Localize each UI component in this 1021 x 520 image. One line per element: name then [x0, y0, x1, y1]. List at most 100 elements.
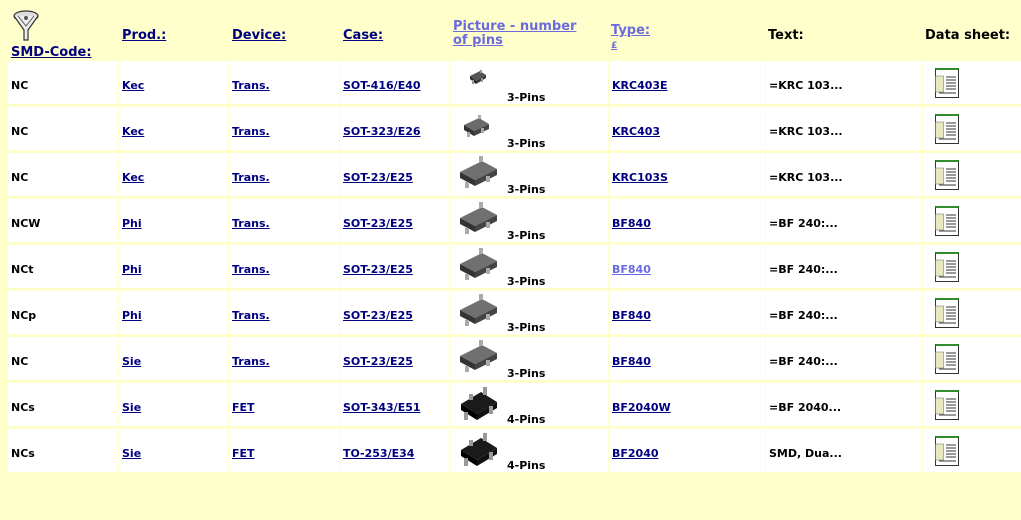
- device-link[interactable]: Trans.: [232, 79, 270, 92]
- type-sort-link[interactable]: Type:: [611, 23, 650, 38]
- smd-code: NC: [11, 171, 29, 184]
- type-link[interactable]: BF840: [612, 263, 651, 276]
- smd-code-sort-link[interactable]: SMD-Code:: [11, 45, 92, 60]
- case-link[interactable]: SOT-416/E40: [343, 79, 421, 92]
- device-link[interactable]: Trans.: [232, 309, 270, 322]
- case-link[interactable]: SOT-343/E51: [343, 401, 421, 414]
- case-sort-link[interactable]: Case:: [343, 28, 383, 43]
- cell-datasheet[interactable]: [923, 61, 1021, 104]
- type-link[interactable]: BF840: [612, 355, 651, 368]
- smd-code: NCs: [11, 401, 35, 414]
- col-type[interactable]: Type: £: [611, 24, 650, 53]
- cell-smd-code: NCs: [8, 383, 118, 426]
- cell-prod: Kec: [119, 153, 228, 196]
- cell-prod: Sie: [119, 337, 228, 380]
- cell-device: Trans.: [229, 337, 339, 380]
- device-link[interactable]: Trans.: [232, 217, 270, 230]
- package-image: [460, 248, 497, 280]
- pdf-document-icon[interactable]: [935, 252, 959, 282]
- col-smd-code[interactable]: SMD-Code:: [11, 45, 92, 60]
- manufacturer-link[interactable]: Kec: [122, 171, 144, 184]
- pdf-document-icon[interactable]: [935, 68, 959, 98]
- pdf-document-icon[interactable]: [935, 206, 959, 236]
- pdf-document-icon[interactable]: [935, 436, 959, 466]
- case-link[interactable]: SOT-323/E26: [343, 125, 421, 138]
- case-link[interactable]: SOT-23/E25: [343, 309, 413, 322]
- pin-count: 3-Pins: [507, 229, 546, 242]
- pin-count: 3-Pins: [507, 137, 546, 150]
- device-link[interactable]: FET: [232, 401, 255, 414]
- description-text: =BF 240:...: [769, 217, 838, 230]
- type-link[interactable]: BF840: [612, 309, 651, 322]
- type-link[interactable]: KRC403E: [612, 79, 668, 92]
- type-link[interactable]: BF840: [612, 217, 651, 230]
- case-link[interactable]: SOT-23/E25: [343, 263, 413, 276]
- cell-datasheet[interactable]: [923, 107, 1021, 150]
- manufacturer-link[interactable]: Kec: [122, 79, 144, 92]
- pdf-document-icon[interactable]: [935, 160, 959, 190]
- col-case[interactable]: Case:: [343, 28, 383, 43]
- type-link[interactable]: BF2040: [612, 447, 659, 460]
- case-link[interactable]: TO-253/E34: [343, 447, 414, 460]
- col-datasheet: Data sheet:: [925, 28, 1011, 43]
- device-link[interactable]: Trans.: [232, 263, 270, 276]
- pdf-document-icon[interactable]: [935, 344, 959, 374]
- manufacturer-link[interactable]: Sie: [122, 447, 141, 460]
- device-sort-link[interactable]: Device:: [232, 28, 286, 43]
- cell-device: Trans.: [229, 291, 339, 334]
- cell-picture: 3-Pins: [451, 199, 608, 242]
- cell-picture: 3-Pins: [451, 153, 608, 196]
- cell-picture: 4-Pins: [451, 429, 608, 472]
- description-text: =BF 240:...: [769, 263, 838, 276]
- device-link[interactable]: Trans.: [232, 171, 270, 184]
- cell-datasheet[interactable]: [923, 337, 1021, 380]
- type-link[interactable]: KRC103S: [612, 171, 668, 184]
- col-prod[interactable]: Prod.:: [122, 28, 166, 43]
- table-row: NC Kec Trans. SOT-323/E26 3-Pins KRC403 =KRC 1…: [8, 106, 1021, 150]
- cell-prod: Phi: [119, 291, 228, 334]
- pin-count: 4-Pins: [507, 413, 546, 426]
- cell-datasheet[interactable]: [923, 245, 1021, 288]
- cell-type: KRC403E: [609, 61, 765, 104]
- cell-prod: Kec: [119, 107, 228, 150]
- cell-datasheet[interactable]: [923, 153, 1021, 196]
- package-image: [460, 156, 497, 188]
- device-link[interactable]: Trans.: [232, 125, 270, 138]
- col-picture[interactable]: Picture - number of pins: [453, 20, 593, 48]
- cell-datasheet[interactable]: [923, 429, 1021, 472]
- table-row: NCs Sie FET SOT-343/E51 4-Pins BF2040W =BF 204…: [8, 382, 1021, 426]
- cell-datasheet[interactable]: [923, 291, 1021, 334]
- cell-case: SOT-23/E25: [340, 153, 450, 196]
- manufacturer-link[interactable]: Phi: [122, 263, 142, 276]
- type-link[interactable]: KRC403: [612, 125, 660, 138]
- cell-smd-code: NCs: [8, 429, 118, 472]
- table-row: NC Kec Trans. SOT-416/E40 3-Pins KRC403E =KRC …: [8, 60, 1021, 104]
- type-sub-link[interactable]: £: [611, 41, 617, 51]
- device-link[interactable]: Trans.: [232, 355, 270, 368]
- cell-prod: Phi: [119, 245, 228, 288]
- cell-smd-code: NC: [8, 153, 118, 196]
- pdf-document-icon[interactable]: [935, 390, 959, 420]
- pdf-document-icon[interactable]: [935, 298, 959, 328]
- smd-code: NCt: [11, 263, 34, 276]
- case-link[interactable]: SOT-23/E25: [343, 217, 413, 230]
- manufacturer-link[interactable]: Phi: [122, 309, 142, 322]
- prod-sort-link[interactable]: Prod.:: [122, 28, 166, 43]
- cell-datasheet[interactable]: [923, 383, 1021, 426]
- manufacturer-link[interactable]: Kec: [122, 125, 144, 138]
- device-link[interactable]: FET: [232, 447, 255, 460]
- manufacturer-link[interactable]: Sie: [122, 401, 141, 414]
- cell-text: =BF 240:...: [766, 337, 922, 380]
- description-text: =KRC 103...: [769, 125, 843, 138]
- case-link[interactable]: SOT-23/E25: [343, 355, 413, 368]
- table-row: NCp Phi Trans. SOT-23/E25 3-Pins BF840 =BF 240…: [8, 290, 1021, 334]
- type-link[interactable]: BF2040W: [612, 401, 671, 414]
- case-link[interactable]: SOT-23/E25: [343, 171, 413, 184]
- manufacturer-link[interactable]: Sie: [122, 355, 141, 368]
- pdf-document-icon[interactable]: [935, 114, 959, 144]
- manufacturer-link[interactable]: Phi: [122, 217, 142, 230]
- picture-sort-link[interactable]: Picture - number of pins: [453, 19, 576, 48]
- col-device[interactable]: Device:: [232, 28, 286, 43]
- cell-datasheet[interactable]: [923, 199, 1021, 242]
- cell-case: SOT-23/E25: [340, 245, 450, 288]
